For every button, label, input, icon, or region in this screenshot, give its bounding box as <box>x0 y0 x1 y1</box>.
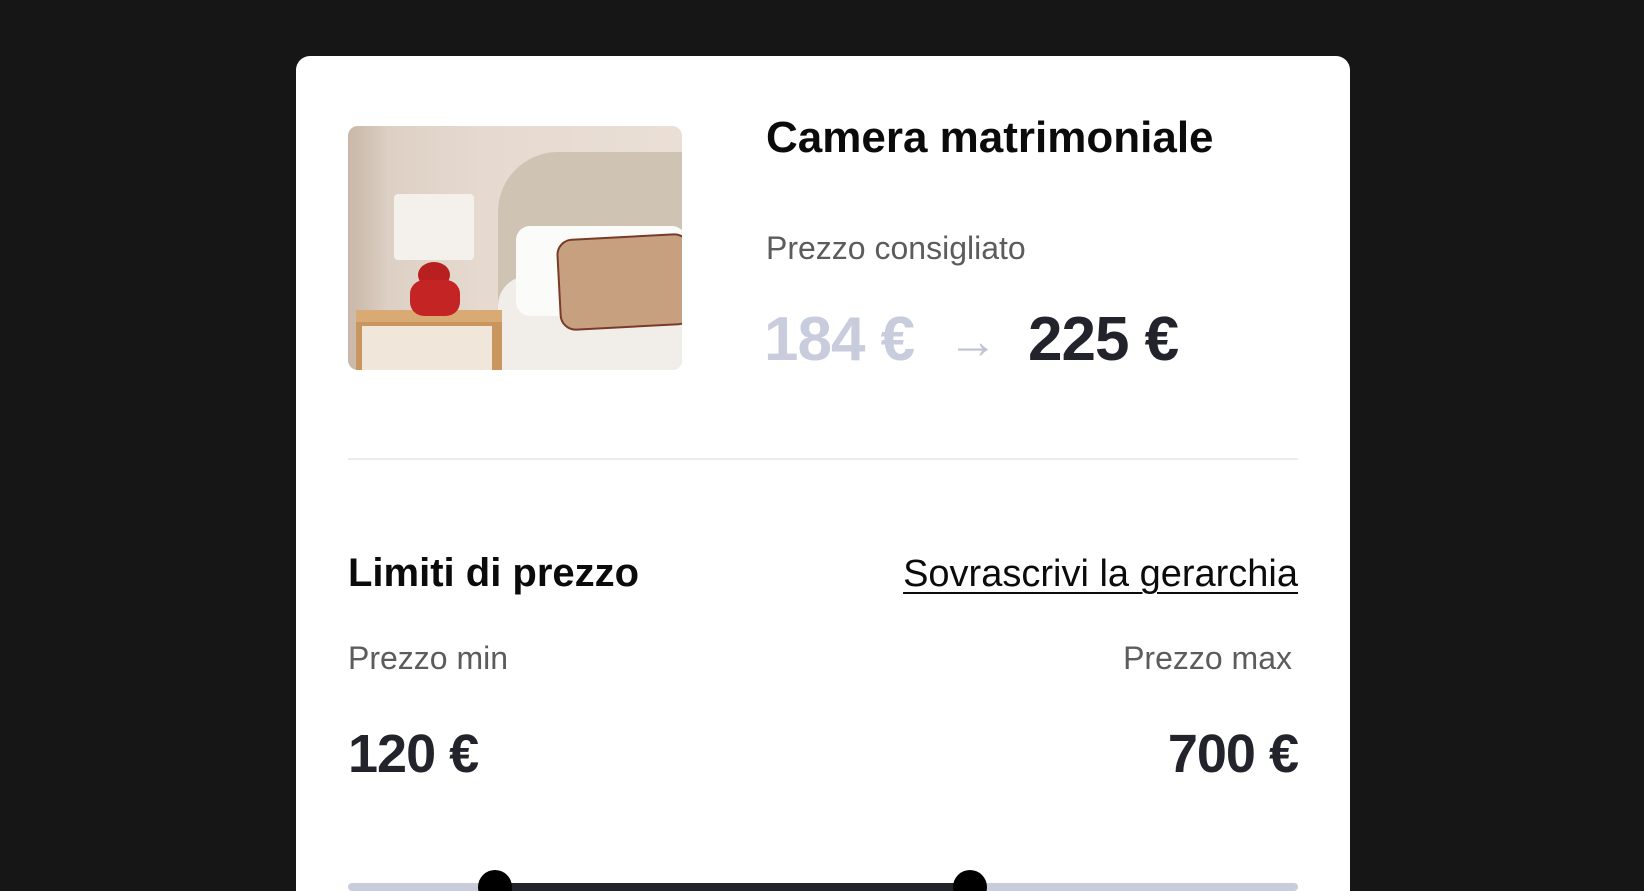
max-price-label: Prezzo max <box>1123 640 1292 676</box>
old-price: 184 € <box>764 305 915 374</box>
room-photo <box>348 126 682 370</box>
new-price: 225 € <box>1028 305 1179 374</box>
photo-lamp-shade <box>394 194 474 260</box>
max-price-value: 700 € <box>1167 724 1299 784</box>
arrow-right-icon: → <box>948 313 998 369</box>
suggested-price-label: Prezzo consigliato <box>766 230 1026 266</box>
slider-thumb-min[interactable] <box>478 870 513 891</box>
slider-selected-range <box>495 883 971 891</box>
price-limits-title: Limiti di prezzo <box>348 551 640 595</box>
room-title: Camera matrimoniale <box>766 113 1214 162</box>
min-price-label: Prezzo min <box>348 640 509 676</box>
price-range-slider[interactable] <box>348 870 1298 891</box>
photo-drawer <box>362 326 492 370</box>
photo-lamp-base <box>410 280 460 316</box>
slider-thumb-max[interactable] <box>953 870 988 891</box>
min-price-value: 120 € <box>348 724 479 784</box>
app-background: Camera matrimoniale Prezzo consigliato 1… <box>0 0 1644 891</box>
override-hierarchy-link[interactable]: Sovrascrivi la gerarchia <box>903 549 1298 599</box>
room-pricing-card: Camera matrimoniale Prezzo consigliato 1… <box>296 56 1350 891</box>
divider <box>348 458 1298 460</box>
photo-pillow-tan <box>555 232 682 332</box>
